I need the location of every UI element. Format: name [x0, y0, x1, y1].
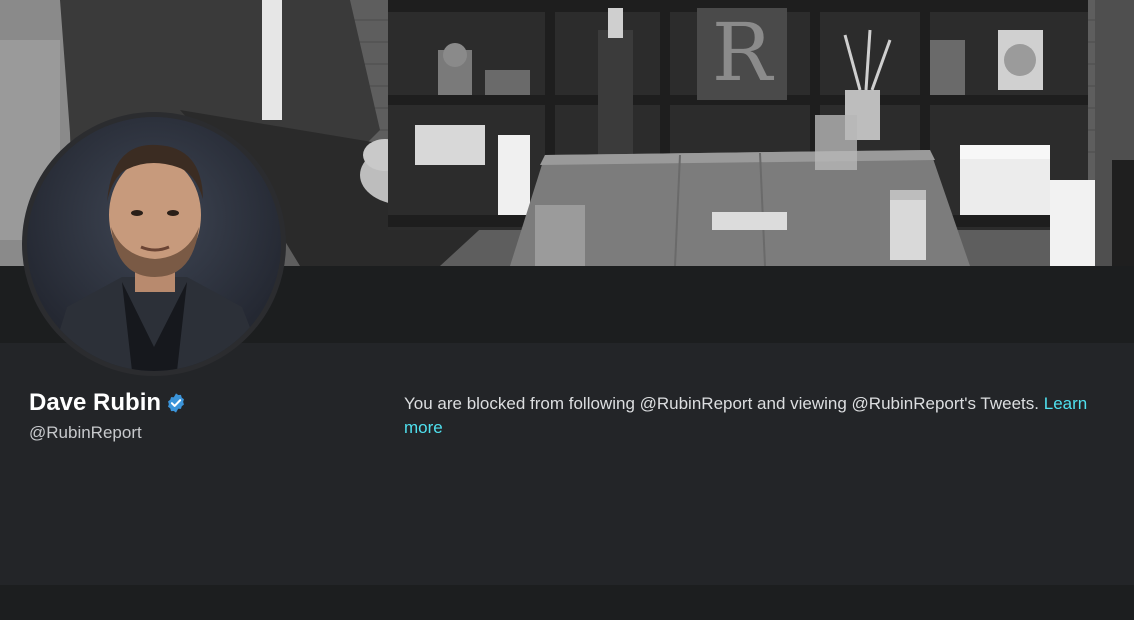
profile-page: R Dave Rubin @RubinReport You are blocke… [0, 0, 1134, 620]
profile-card [0, 343, 1134, 585]
svg-text:R: R [712, 6, 775, 99]
page-footer-area [0, 585, 1134, 620]
profile-handle: @RubinReport [29, 423, 142, 442]
profile-name-row: Dave Rubin [29, 388, 187, 418]
blocked-notice: You are blocked from following @RubinRep… [404, 392, 1119, 440]
profile-avatar[interactable] [22, 112, 286, 376]
verified-badge-icon [165, 392, 187, 414]
profile-display-name: Dave Rubin [29, 389, 162, 416]
blocked-notice-message: You are blocked from following @RubinRep… [404, 394, 1039, 413]
